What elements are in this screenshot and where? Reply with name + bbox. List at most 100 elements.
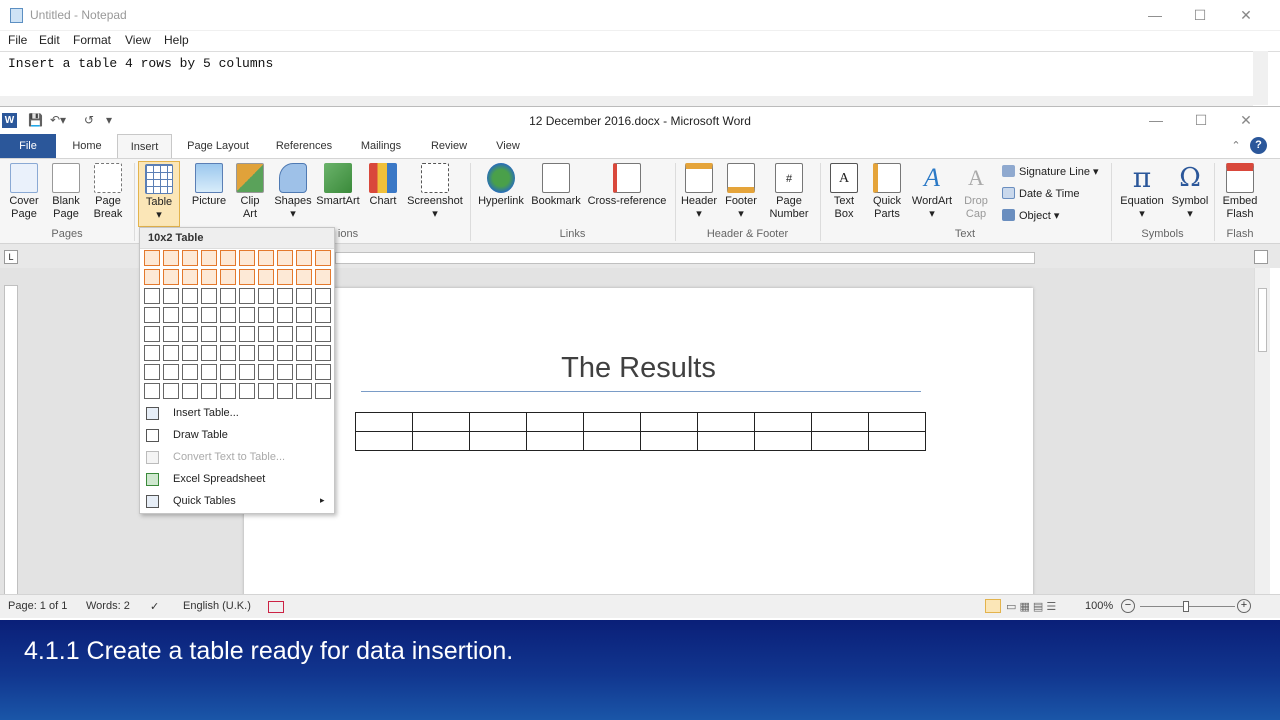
tab-selector-icon[interactable]: L [4, 250, 18, 264]
grid-cell[interactable] [258, 326, 274, 342]
table-cell[interactable] [868, 431, 926, 451]
blank-page-button[interactable]: Blank Page [46, 161, 86, 227]
table-cell[interactable] [640, 431, 698, 451]
table-cell[interactable] [754, 412, 812, 432]
grid-cell[interactable] [220, 307, 236, 323]
grid-cell[interactable] [258, 269, 274, 285]
grid-cell[interactable] [163, 383, 179, 399]
date-time-button[interactable]: Date & Time [1002, 187, 1080, 200]
grid-cell[interactable] [239, 326, 255, 342]
tab-review[interactable]: Review [424, 134, 474, 158]
minimize-icon[interactable]: — [1137, 4, 1173, 26]
page-count[interactable]: Page: 1 of 1 [8, 600, 67, 612]
grid-cell[interactable] [315, 383, 331, 399]
grid-cell[interactable] [201, 288, 217, 304]
help-icon[interactable]: ? [1250, 137, 1267, 154]
grid-cell[interactable] [220, 250, 236, 266]
grid-cell[interactable] [277, 269, 293, 285]
menu-edit[interactable]: Edit [39, 33, 60, 47]
proofing-icon[interactable]: ✓ [150, 600, 159, 613]
grid-cell[interactable] [315, 307, 331, 323]
grid-cell[interactable] [201, 326, 217, 342]
menu-excel-spreadsheet[interactable]: Excel Spreadsheet [140, 469, 334, 491]
grid-cell[interactable] [144, 250, 160, 266]
table-cell[interactable] [640, 412, 698, 432]
zoom-out-icon[interactable]: − [1121, 599, 1135, 613]
table-cell[interactable] [355, 431, 413, 451]
tab-view[interactable]: View [488, 134, 528, 158]
tab-file[interactable]: File [0, 134, 56, 158]
tab-insert[interactable]: Insert [117, 134, 172, 158]
grid-cell[interactable] [315, 326, 331, 342]
hyperlink-button[interactable]: Hyperlink [475, 161, 527, 227]
close-icon[interactable]: ✕ [1228, 4, 1264, 26]
grid-cell[interactable] [239, 383, 255, 399]
grid-cell[interactable] [277, 288, 293, 304]
horizontal-ruler[interactable] [335, 252, 1035, 264]
grid-cell[interactable] [163, 307, 179, 323]
grid-cell[interactable] [201, 250, 217, 266]
cross-reference-button[interactable]: Cross-reference [585, 161, 669, 227]
grid-cell[interactable] [296, 307, 312, 323]
grid-cell[interactable] [163, 269, 179, 285]
notepad-horizontal-scrollbar[interactable] [0, 96, 1253, 106]
tab-references[interactable]: References [268, 134, 340, 158]
grid-cell[interactable] [277, 326, 293, 342]
table-cell[interactable] [697, 412, 755, 432]
table-cell[interactable] [811, 431, 869, 451]
grid-cell[interactable] [220, 383, 236, 399]
document-table[interactable] [355, 412, 926, 451]
smartart-button[interactable]: SmartArt [314, 161, 362, 227]
grid-cell[interactable] [182, 345, 198, 361]
grid-cell[interactable] [277, 307, 293, 323]
grid-cell[interactable] [163, 288, 179, 304]
drop-cap-button[interactable]: A Drop Cap [956, 161, 996, 227]
menu-quick-tables[interactable]: Quick Tables ▸ [140, 491, 334, 513]
grid-cell[interactable] [239, 345, 255, 361]
grid-cell[interactable] [182, 288, 198, 304]
tab-page-layout[interactable]: Page Layout [180, 134, 256, 158]
word-maximize-icon[interactable]: ☐ [1183, 109, 1219, 131]
grid-cell[interactable] [239, 307, 255, 323]
word-count[interactable]: Words: 2 [86, 600, 130, 612]
grid-cell[interactable] [296, 288, 312, 304]
scroll-thumb[interactable] [1258, 288, 1267, 352]
table-cell[interactable] [526, 412, 584, 432]
print-layout-icon[interactable] [985, 599, 1001, 613]
vertical-ruler[interactable] [4, 285, 18, 595]
grid-cell[interactable] [296, 383, 312, 399]
equation-button[interactable]: π Equation ▾ [1115, 161, 1169, 227]
grid-cell[interactable] [296, 250, 312, 266]
word-minimize-icon[interactable]: — [1138, 109, 1174, 131]
table-cell[interactable] [868, 412, 926, 432]
grid-cell[interactable] [258, 345, 274, 361]
quick-parts-button[interactable]: Quick Parts [866, 161, 908, 227]
grid-cell[interactable] [315, 288, 331, 304]
table-button[interactable]: Table ▾ [138, 161, 180, 227]
footer-button[interactable]: Footer ▾ [720, 161, 762, 227]
table-cell[interactable] [412, 412, 470, 432]
word-close-icon[interactable]: ✕ [1228, 109, 1264, 131]
grid-cell[interactable] [277, 345, 293, 361]
text-box-button[interactable]: A Text Box [824, 161, 864, 227]
cover-page-button[interactable]: Cover Page [4, 161, 44, 227]
menu-format[interactable]: Format [73, 33, 111, 47]
tab-mailings[interactable]: Mailings [352, 134, 410, 158]
page-number-button[interactable]: # Page Number [762, 161, 816, 227]
grid-cell[interactable] [296, 345, 312, 361]
grid-cell[interactable] [182, 307, 198, 323]
grid-cell[interactable] [315, 269, 331, 285]
grid-cell[interactable] [201, 345, 217, 361]
macro-icon[interactable] [268, 601, 284, 613]
word-vertical-scrollbar[interactable] [1254, 268, 1270, 594]
grid-cell[interactable] [144, 383, 160, 399]
table-cell[interactable] [811, 412, 869, 432]
grid-cell[interactable] [182, 326, 198, 342]
grid-cell[interactable] [201, 307, 217, 323]
grid-cell[interactable] [163, 250, 179, 266]
table-cell[interactable] [583, 412, 641, 432]
grid-cell[interactable] [296, 269, 312, 285]
maximize-icon[interactable]: ☐ [1182, 4, 1218, 26]
grid-cell[interactable] [315, 345, 331, 361]
language-indicator[interactable]: English (U.K.) [183, 600, 251, 612]
